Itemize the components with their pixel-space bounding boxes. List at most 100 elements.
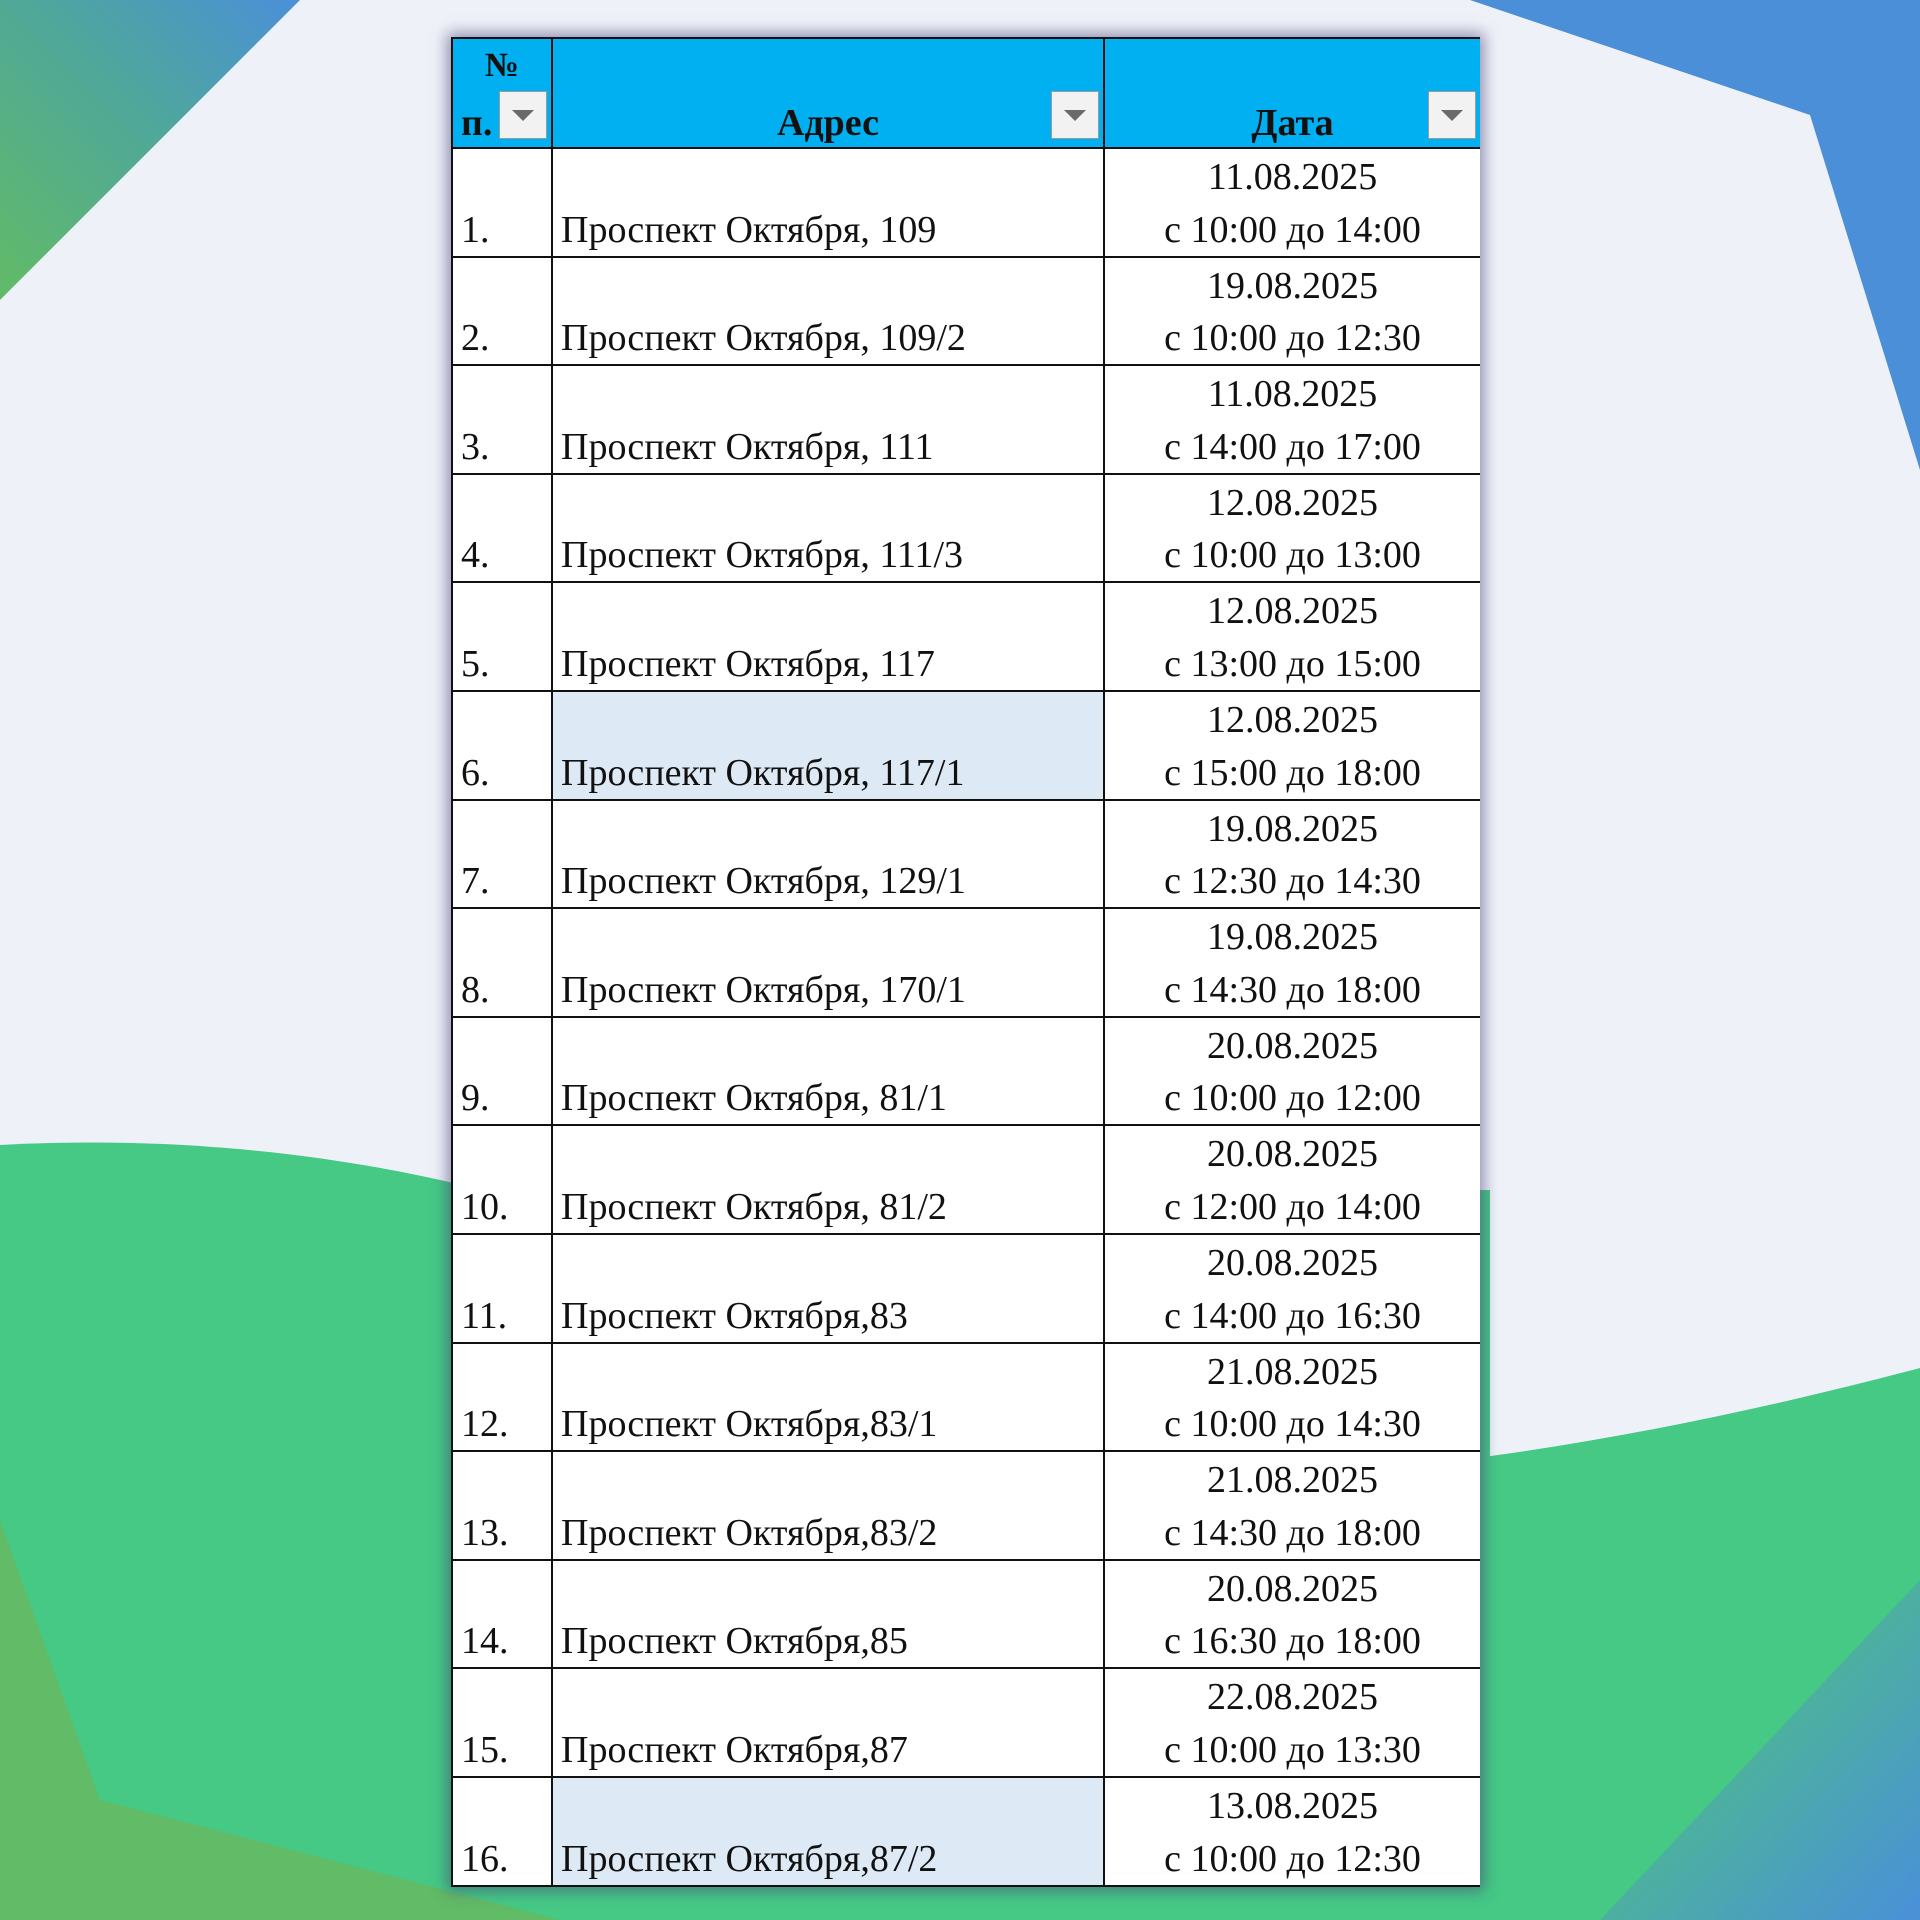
row-address: Проспект Октября, 117 xyxy=(561,642,935,685)
row-date: 19.08.2025 xyxy=(1207,916,1378,959)
row-number: 13. xyxy=(461,1511,509,1554)
row-number-cell[interactable]: 5. xyxy=(451,583,553,692)
row-number-cell[interactable]: 8. xyxy=(451,909,553,1018)
row-date: 20.08.2025 xyxy=(1207,1567,1378,1610)
row-address-cell[interactable]: Проспект Октября,87/2 xyxy=(553,1777,1105,1887)
dropdown-arrow-icon xyxy=(1064,109,1086,121)
row-address: Проспект Октября,83 xyxy=(561,1294,908,1337)
row-address-cell[interactable]: Проспект Октября, 117/1 xyxy=(553,691,1105,801)
row-number: 3. xyxy=(461,425,490,468)
row-date-cell[interactable]: 20.08.2025 с 10:00 до 12:00 xyxy=(1105,1018,1480,1127)
row-address: Проспект Октября,85 xyxy=(561,1620,908,1663)
row-time-range: с 13:00 до 15:00 xyxy=(1164,642,1421,685)
row-date-cell[interactable]: 19.08.2025 с 14:30 до 18:00 xyxy=(1105,909,1480,1018)
filter-date-button[interactable] xyxy=(1428,91,1476,139)
row-number-cell[interactable]: 3. xyxy=(451,366,553,475)
row-number-cell[interactable]: 7. xyxy=(451,800,553,910)
row-date-cell[interactable]: 22.08.2025 с 10:00 до 13:30 xyxy=(1105,1669,1480,1778)
row-date-cell[interactable]: 21.08.2025 с 10:00 до 14:30 xyxy=(1105,1344,1480,1453)
row-date-cell[interactable]: 12.08.2025 с 13:00 до 15:00 xyxy=(1105,583,1480,692)
row-address-cell[interactable]: Проспект Октября,87 xyxy=(553,1669,1105,1778)
row-address-cell[interactable]: Проспект Октября, 81/1 xyxy=(553,1017,1105,1127)
row-date: 11.08.2025 xyxy=(1207,373,1378,416)
row-number-cell[interactable]: 10. xyxy=(451,1126,553,1235)
row-number-cell[interactable]: 2. xyxy=(451,257,553,367)
row-date-cell[interactable]: 19.08.2025 с 10:00 до 12:30 xyxy=(1105,258,1480,367)
row-number-cell[interactable]: 9. xyxy=(451,1017,553,1127)
row-address-cell[interactable]: Проспект Октября,85 xyxy=(553,1560,1105,1670)
row-number-cell[interactable]: 12. xyxy=(451,1343,553,1453)
row-time-range: с 14:30 до 18:00 xyxy=(1164,1511,1421,1554)
row-address-cell[interactable]: Проспект Октября, 109/2 xyxy=(553,257,1105,367)
row-number: 1. xyxy=(461,208,490,251)
row-number: 9. xyxy=(461,1077,490,1120)
row-date: 19.08.2025 xyxy=(1207,264,1378,307)
row-number-cell[interactable]: 13. xyxy=(451,1452,553,1561)
row-address-cell[interactable]: Проспект Октября, 117 xyxy=(553,583,1105,692)
row-time-range: с 10:00 до 12:00 xyxy=(1164,1077,1421,1120)
row-number: 7. xyxy=(461,860,490,903)
row-number: 4. xyxy=(461,534,490,577)
row-date-cell[interactable]: 20.08.2025 с 12:00 до 14:00 xyxy=(1105,1126,1480,1235)
row-number-cell[interactable]: 14. xyxy=(451,1560,553,1670)
row-date-cell[interactable]: 20.08.2025 с 16:30 до 18:00 xyxy=(1105,1561,1480,1670)
row-time-range: с 15:00 до 18:00 xyxy=(1164,751,1421,794)
row-time-range: с 12:00 до 14:00 xyxy=(1164,1185,1421,1228)
filter-address-button[interactable] xyxy=(1051,91,1099,139)
header-number-label: п. xyxy=(461,102,493,144)
row-number-cell[interactable]: 4. xyxy=(451,474,553,584)
row-address-cell[interactable]: Проспект Октября, 111 xyxy=(553,366,1105,475)
row-address: Проспект Октября, 111/3 xyxy=(561,534,964,577)
row-number-cell[interactable]: 1. xyxy=(451,149,553,258)
row-date: 20.08.2025 xyxy=(1207,1133,1378,1176)
row-address: Проспект Октября, 170/1 xyxy=(561,968,966,1011)
header-date-cell: Дата xyxy=(1105,37,1480,149)
row-number-cell[interactable]: 15. xyxy=(451,1669,553,1778)
header-address-label: Адрес xyxy=(777,102,879,144)
row-date-cell[interactable]: 12.08.2025 с 10:00 до 13:00 xyxy=(1105,475,1480,584)
row-address-cell[interactable]: Проспект Октября, 81/2 xyxy=(553,1126,1105,1235)
row-date: 19.08.2025 xyxy=(1207,807,1378,850)
row-address: Проспект Октября, 109/2 xyxy=(561,317,966,360)
row-date-cell[interactable]: 11.08.2025 с 14:00 до 17:00 xyxy=(1105,366,1480,475)
row-date-cell[interactable]: 21.08.2025 с 14:30 до 18:00 xyxy=(1105,1452,1480,1561)
row-number-cell[interactable]: 6. xyxy=(451,691,553,801)
row-address-cell[interactable]: Проспект Октября,83/1 xyxy=(553,1343,1105,1453)
row-address-cell[interactable]: Проспект Октября, 170/1 xyxy=(553,909,1105,1018)
row-time-range: с 12:30 до 14:30 xyxy=(1164,860,1421,903)
row-date-cell[interactable]: 12.08.2025 с 15:00 до 18:00 xyxy=(1105,692,1480,801)
row-number-cell[interactable]: 11. xyxy=(451,1234,553,1344)
row-date-cell[interactable]: 19.08.2025 с 12:30 до 14:30 xyxy=(1105,801,1480,910)
row-time-range: с 10:00 до 13:30 xyxy=(1164,1728,1421,1771)
row-date: 11.08.2025 xyxy=(1207,156,1378,198)
row-address: Проспект Октября,83/2 xyxy=(561,1511,938,1554)
row-address-cell[interactable]: Проспект Октября,83/2 xyxy=(553,1452,1105,1561)
row-time-range: с 10:00 до 12:30 xyxy=(1164,1837,1421,1880)
row-time-range: с 16:30 до 18:00 xyxy=(1164,1620,1421,1663)
row-date-cell[interactable]: 13.08.2025 с 10:00 до 12:30 xyxy=(1105,1778,1480,1887)
row-time-range: с 14:00 до 17:00 xyxy=(1164,425,1421,468)
row-number: 11. xyxy=(461,1294,508,1337)
row-date: 12.08.2025 xyxy=(1207,481,1378,524)
row-address-cell[interactable]: Проспект Октября,83 xyxy=(553,1234,1105,1344)
row-address: Проспект Октября, 81/2 xyxy=(561,1185,947,1228)
row-number: 16. xyxy=(461,1837,509,1880)
row-time-range: с 14:30 до 18:00 xyxy=(1164,968,1421,1011)
row-date-cell[interactable]: 11.08.2025 с 10:00 до 14:00 xyxy=(1105,149,1480,258)
filter-number-button[interactable] xyxy=(499,91,547,139)
row-number: 10. xyxy=(461,1185,509,1228)
row-address-cell[interactable]: Проспект Октября, 111/3 xyxy=(553,474,1105,584)
row-date: 12.08.2025 xyxy=(1207,698,1378,741)
row-address-cell[interactable]: Проспект Октября, 129/1 xyxy=(553,800,1105,910)
schedule-table: № п. Адрес Дата 1. Проспект Октября, 109 1… xyxy=(451,37,1480,1887)
row-date-cell[interactable]: 20.08.2025 с 14:00 до 16:30 xyxy=(1105,1235,1480,1344)
dropdown-arrow-icon xyxy=(1441,109,1463,121)
header-number-symbol: № xyxy=(484,47,520,84)
row-address-cell[interactable]: Проспект Октября, 109 xyxy=(553,149,1105,258)
spreadsheet: № п. Адрес Дата 1. Проспект Октября, 109 1… xyxy=(451,37,1480,1887)
row-address: Проспект Октября,87 xyxy=(561,1728,908,1771)
row-number-cell[interactable]: 16. xyxy=(451,1777,553,1887)
header-date-label: Дата xyxy=(1251,102,1334,144)
row-address: Проспект Октября, 111 xyxy=(561,425,934,468)
row-number: 15. xyxy=(461,1728,509,1771)
